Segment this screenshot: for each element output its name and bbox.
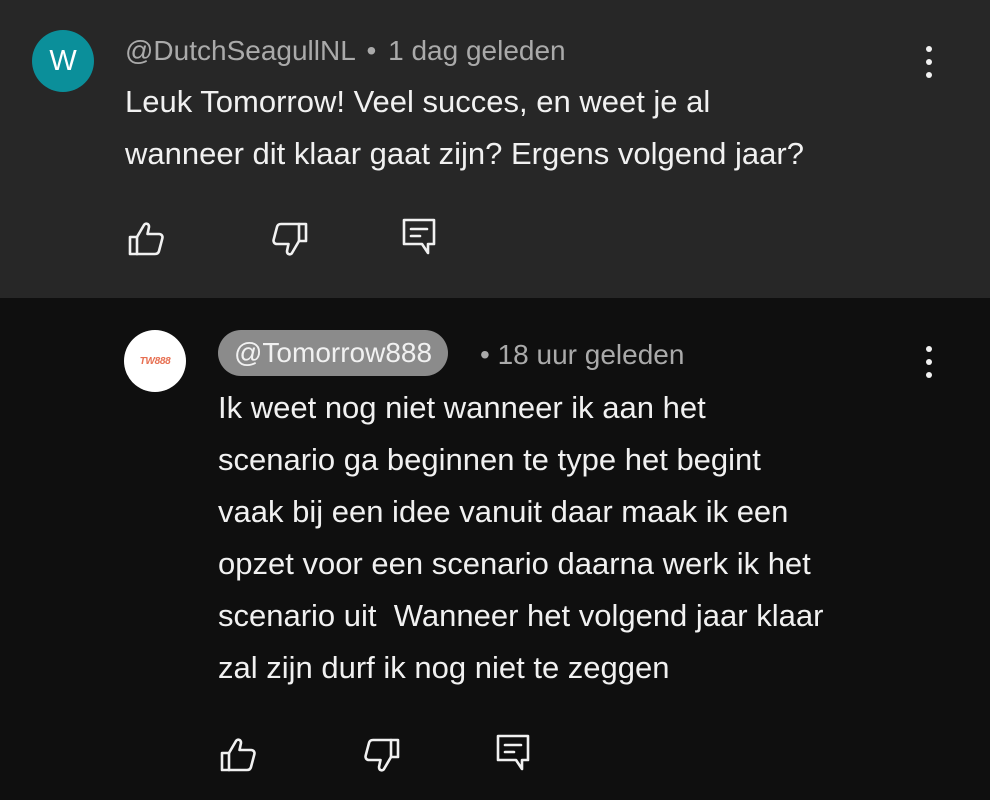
- reply-author-chip[interactable]: @Tomorrow888: [218, 330, 449, 376]
- avatar[interactable]: W: [32, 30, 94, 92]
- reply-dislike-button[interactable]: [362, 735, 402, 775]
- comment-reply-icon: [496, 734, 530, 771]
- comment-author[interactable]: @DutchSeagullNL: [125, 35, 355, 66]
- comment-reply-icon: [402, 218, 436, 255]
- dislike-button[interactable]: [270, 219, 310, 259]
- thumb-down-icon: [272, 222, 308, 256]
- channel-logo: TW888: [139, 355, 171, 367]
- thumb-up-icon: [220, 738, 256, 772]
- thumb-up-icon: [128, 222, 164, 256]
- more-vert-icon[interactable]: [919, 342, 939, 382]
- meta-separator: •: [480, 339, 490, 370]
- avatar-letter: W: [49, 44, 77, 77]
- reply-reply-button[interactable]: [494, 732, 534, 772]
- comment-meta: @DutchSeagullNL • 1 dag geleden: [125, 34, 566, 68]
- meta-separator: •: [366, 35, 377, 66]
- comment-text: Leuk Tomorrow! Veel succes, en weet je a…: [125, 84, 804, 171]
- reply-timestamp[interactable]: 18 uur geleden: [498, 339, 685, 370]
- reply-meta: • 18 uur geleden: [480, 338, 684, 372]
- thumb-down-icon: [364, 738, 400, 772]
- reply-author: @Tomorrow888: [234, 337, 433, 368]
- comment-timestamp[interactable]: 1 dag geleden: [388, 35, 566, 66]
- reply-text: Ik weet nog niet wanneer ik aan het scen…: [218, 390, 824, 685]
- like-button[interactable]: [126, 219, 166, 259]
- reply-button[interactable]: [400, 216, 440, 256]
- reply-like-button[interactable]: [218, 735, 258, 775]
- comment: W @DutchSeagullNL • 1 dag geleden Leuk T…: [0, 0, 990, 298]
- reply-avatar[interactable]: TW888: [124, 330, 186, 392]
